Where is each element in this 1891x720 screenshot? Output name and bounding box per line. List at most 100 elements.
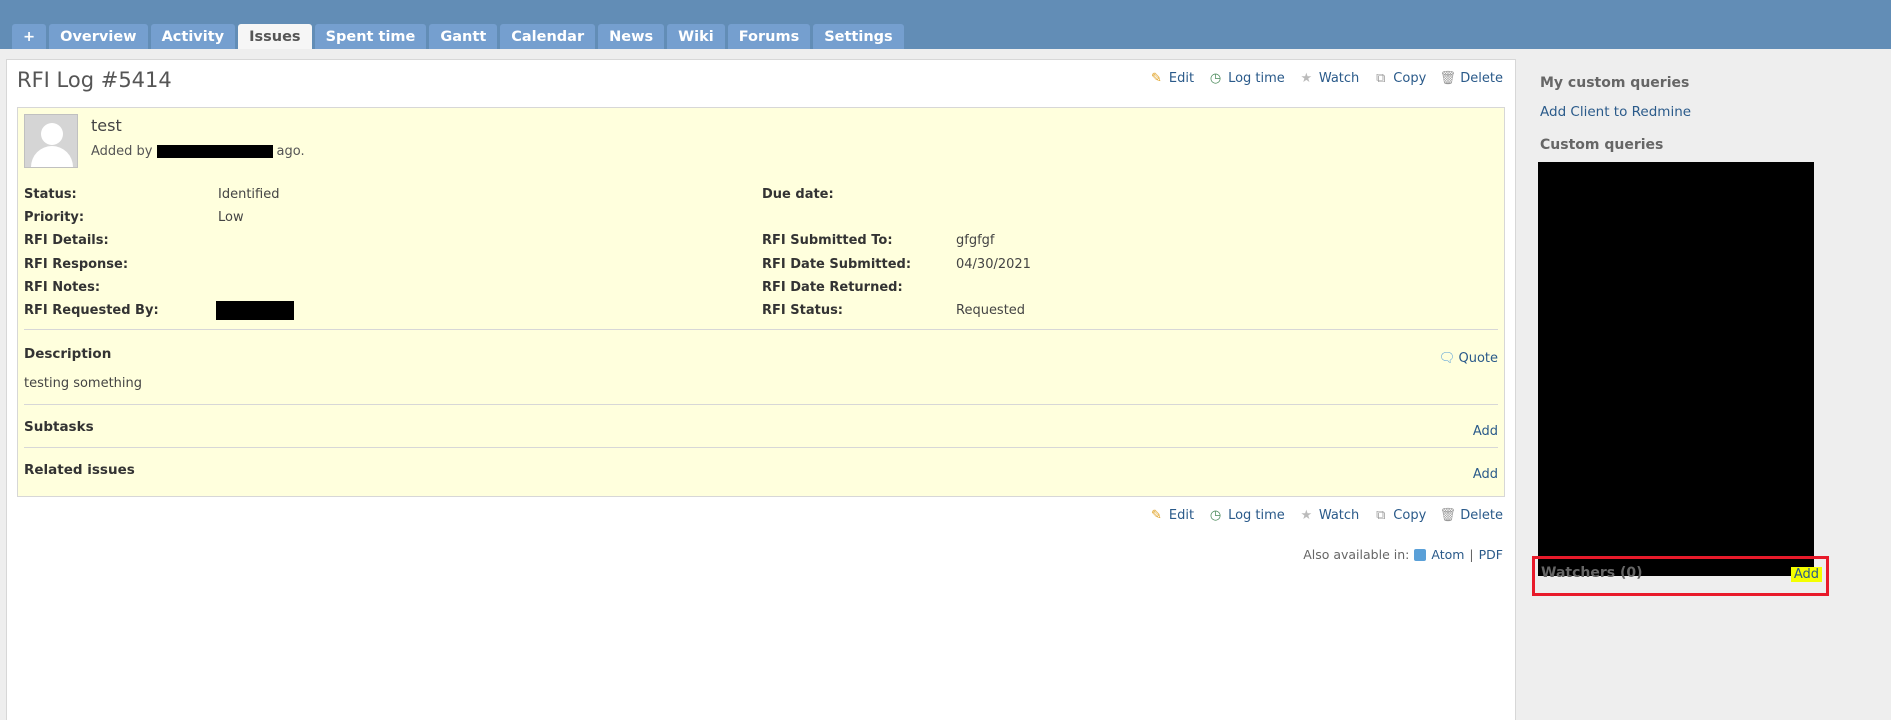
issue-subject: test [91, 116, 122, 135]
rfi-date-returned-label: RFI Date Returned: [762, 280, 903, 295]
pdf-link[interactable]: PDF [1479, 547, 1503, 562]
tab-activity[interactable]: Activity [150, 24, 236, 49]
copy-label: Copy [1393, 71, 1427, 86]
edit-label: Edit [1168, 508, 1195, 523]
divider [24, 404, 1498, 405]
copy-button[interactable]: ⧉ Copy [1373, 71, 1426, 86]
add-related-issue-button[interactable]: Add [1473, 467, 1498, 482]
avatar-head [41, 123, 63, 145]
issue-details: test Added by ago. Status: Identified Pr… [17, 107, 1505, 497]
page-title: RFI Log #5414 [17, 68, 172, 92]
priority-label: Priority: [24, 210, 85, 225]
rfi-notes-label: RFI Notes: [24, 280, 101, 295]
tab-spent-time[interactable]: Spent time [314, 24, 427, 49]
tab-forums[interactable]: Forums [727, 24, 811, 49]
watch-label: Watch [1318, 508, 1360, 523]
sidebar: My custom queries Add Client to Redmine … [1518, 49, 1891, 720]
related-issues-title: Related issues [24, 462, 135, 478]
watchers-section: Watchers (0) Add [1532, 556, 1829, 596]
edit-button[interactable]: ✎ Edit [1149, 508, 1194, 523]
tab-wiki[interactable]: Wiki [667, 24, 725, 49]
rfi-status-label: RFI Status: [762, 303, 844, 318]
copy-button[interactable]: ⧉ Copy [1373, 508, 1426, 523]
issue-actions-bottom: ✎ Edit ◷ Log time ★ Watch ⧉ Copy 🗑 Delete [1149, 508, 1503, 523]
rfi-status-value: Requested [956, 303, 1026, 318]
rfi-submitted-to-value: gfgfgf [956, 233, 995, 248]
tab-overview[interactable]: Overview [49, 24, 148, 49]
redacted-author [156, 145, 273, 158]
copy-label: Copy [1393, 508, 1427, 523]
status-value: Identified [218, 187, 280, 202]
main-area: RFI Log #5414 ✎ Edit ◷ Log time ★ Watch ⧉ Co… [0, 49, 1891, 720]
quote-button[interactable]: 🗨 Quote [1439, 351, 1498, 366]
export-formats: Also available in: Atom | PDF [1303, 547, 1503, 562]
redacted-requester [216, 301, 294, 320]
rfi-requested-by-label: RFI Requested By: [24, 303, 159, 318]
edit-label: Edit [1168, 71, 1195, 86]
quote-label: Quote [1458, 351, 1498, 366]
issue-author-line: Added by ago. [91, 144, 305, 159]
rfi-submitted-to-label: RFI Submitted To: [762, 233, 893, 248]
subtasks-title: Subtasks [24, 419, 94, 435]
tab-issues[interactable]: Issues [238, 24, 312, 49]
rfi-details-label: RFI Details: [24, 233, 109, 248]
priority-value: Low [218, 210, 244, 225]
rfi-response-label: RFI Response: [24, 257, 129, 272]
watch-label: Watch [1318, 71, 1360, 86]
watchers-title: Watchers (0) [1541, 565, 1643, 581]
tab-gantt[interactable]: Gantt [429, 24, 498, 49]
pencil-icon: ✎ [1150, 508, 1162, 523]
copy-icon: ⧉ [1376, 71, 1386, 86]
added-ago-label: ago. [276, 144, 305, 159]
description-text: testing something [24, 376, 143, 391]
atom-link[interactable]: Atom [1431, 547, 1464, 562]
avatar-body [31, 146, 73, 167]
issue-content: RFI Log #5414 ✎ Edit ◷ Log time ★ Watch ⧉ Co… [6, 59, 1516, 720]
query-link-add-client[interactable]: Add Client to Redmine [1540, 104, 1691, 120]
log-time-button[interactable]: ◷ Log time [1208, 508, 1285, 523]
tab-news[interactable]: News [598, 24, 665, 49]
redacted-custom-queries [1538, 162, 1814, 576]
tab-settings[interactable]: Settings [813, 24, 904, 49]
issue-actions-top: ✎ Edit ◷ Log time ★ Watch ⧉ Copy 🗑 Delete [1149, 71, 1503, 86]
rfi-date-submitted-label: RFI Date Submitted: [762, 257, 912, 272]
description-title: Description [24, 346, 112, 362]
delete-button[interactable]: 🗑 Delete [1440, 508, 1503, 523]
divider [24, 329, 1498, 330]
pencil-icon: ✎ [1150, 71, 1162, 86]
rfi-date-submitted-value: 04/30/2021 [956, 257, 1031, 272]
star-icon: ★ [1300, 508, 1313, 523]
project-header: + Overview Activity Issues Spent time Ga… [0, 0, 1891, 49]
rss-feed-icon [1414, 548, 1427, 561]
star-icon: ★ [1300, 71, 1313, 86]
delete-label: Delete [1460, 71, 1503, 86]
add-watcher-button[interactable]: Add [1790, 567, 1822, 582]
clock-icon: ◷ [1209, 508, 1222, 523]
log-time-label: Log time [1228, 71, 1285, 86]
copy-icon: ⧉ [1376, 508, 1386, 523]
delete-label: Delete [1460, 508, 1503, 523]
speech-bubble-icon: 🗨 [1438, 351, 1456, 366]
trash-icon: 🗑 [1439, 71, 1457, 86]
project-tabs: + Overview Activity Issues Spent time Ga… [12, 24, 904, 49]
added-by-label: Added by [91, 144, 153, 159]
status-label: Status: [24, 187, 77, 202]
log-time-button[interactable]: ◷ Log time [1208, 71, 1285, 86]
divider [24, 447, 1498, 448]
avatar [24, 114, 78, 168]
tab-calendar[interactable]: Calendar [500, 24, 596, 49]
trash-icon: 🗑 [1439, 508, 1457, 523]
clock-icon: ◷ [1209, 71, 1222, 86]
my-custom-queries-title: My custom queries [1540, 75, 1690, 91]
watch-button[interactable]: ★ Watch [1299, 71, 1359, 86]
add-subtask-button[interactable]: Add [1473, 424, 1498, 439]
due-date-label: Due date: [762, 187, 834, 202]
log-time-label: Log time [1228, 508, 1285, 523]
watch-button[interactable]: ★ Watch [1299, 508, 1359, 523]
custom-queries-title: Custom queries [1540, 137, 1664, 153]
also-available-label: Also available in: [1303, 547, 1410, 562]
tab-new[interactable]: + [12, 24, 47, 49]
edit-button[interactable]: ✎ Edit [1149, 71, 1194, 86]
delete-button[interactable]: 🗑 Delete [1440, 71, 1503, 86]
separator: | [1469, 547, 1474, 562]
